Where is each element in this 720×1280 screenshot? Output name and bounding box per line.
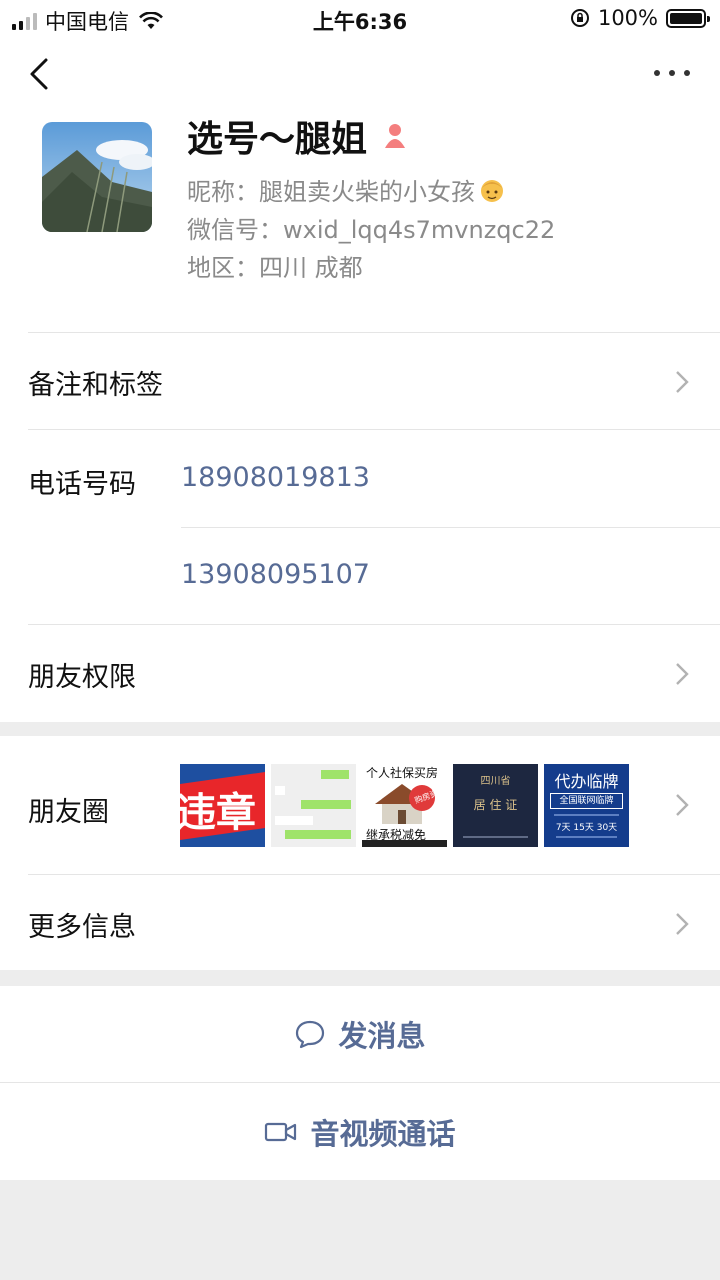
friend-permission-row[interactable]: 朋友权限	[28, 625, 720, 722]
permit-province: 四川省	[480, 776, 511, 787]
region-value: 四川 成都	[259, 254, 363, 282]
phone-number-1[interactable]: 18908019813	[181, 462, 370, 493]
region-label: 地区：	[187, 254, 259, 282]
moments-thumbnails[interactable]: 违章 个人社保买房 购房资格 继承税减免 四川省 居 住 证 代办临牌 全国联网…	[180, 764, 629, 847]
back-arrow-icon[interactable]	[26, 56, 56, 92]
moment-thumb-residence-permit[interactable]: 四川省 居 住 证	[453, 764, 538, 847]
remark-tags-row[interactable]: 备注和标签	[28, 333, 720, 430]
female-gender-icon	[385, 124, 406, 148]
display-name: 选号～腿姐	[187, 119, 368, 160]
avatar[interactable]	[42, 122, 152, 232]
nickname-value: 腿姐卖火柴的小女孩	[259, 178, 475, 206]
profile-section: 选号～腿姐 昵称：腿姐卖火柴的小女孩 微信号：wxid_lqq4s7mvnzqc…	[0, 38, 720, 722]
moments-section: 朋友圈 违章 个人社保买房 购房资格 继承税减免 四川省 居 住 证 代办临牌 …	[0, 736, 720, 970]
more-info-label: 更多信息	[28, 912, 136, 943]
temp-plate-sub: 全国联网临牌	[550, 793, 623, 809]
phone-label: 电话号码	[28, 469, 136, 500]
phone-number-2[interactable]: 13908095107	[181, 559, 370, 590]
remark-tags-label: 备注和标签	[28, 370, 163, 401]
nickname-label: 昵称：	[187, 178, 259, 206]
wechat-id-label: 微信号：	[187, 216, 283, 244]
moment-thumb-chat[interactable]	[271, 764, 356, 847]
rotation-lock-icon	[570, 9, 589, 27]
divider	[181, 527, 720, 528]
chevron-right-icon	[676, 371, 689, 393]
wechat-id-value: wxid_lqq4s7mvnzqc22	[283, 216, 556, 244]
send-message-label: 发消息	[338, 1019, 426, 1053]
send-message-button[interactable]: 发消息	[0, 986, 720, 1082]
battery-percent: 100%	[597, 6, 658, 30]
house-top-text: 个人社保买房	[366, 766, 439, 780]
divider	[28, 429, 720, 430]
moments-label: 朋友圈	[28, 797, 109, 828]
chevron-right-icon	[676, 794, 689, 816]
video-camera-icon	[265, 1122, 297, 1141]
more-info-row[interactable]: 更多信息	[28, 875, 720, 970]
girl-emoji-icon	[481, 180, 503, 202]
permit-title: 居 住 证	[473, 798, 518, 812]
battery-icon	[666, 8, 710, 28]
wechat-id-line: 微信号：wxid_lqq4s7mvnzqc22	[187, 210, 555, 245]
violation-text: 违章	[180, 790, 256, 836]
moment-thumb-house[interactable]: 个人社保买房 购房资格 继承税减免	[362, 764, 447, 847]
temp-plate-days: 7天 15天 30天	[555, 823, 618, 833]
moment-thumb-violation[interactable]: 违章	[180, 764, 265, 847]
chat-bubble-icon	[296, 1020, 325, 1049]
moment-thumb-temp-plate[interactable]: 代办临牌 全国联网临牌 7天 15天 30天	[544, 764, 629, 847]
av-call-button[interactable]: 音视频通话	[0, 1083, 720, 1180]
profile-name: 选号～腿姐	[187, 110, 409, 162]
action-section: 发消息 音视频通话	[0, 986, 720, 1180]
chevron-right-icon	[676, 663, 689, 685]
nickname-line: 昵称：腿姐卖火柴的小女孩	[187, 172, 507, 207]
temp-plate-title: 代办临牌	[554, 772, 619, 791]
status-bar: 中国电信 上午6:36 100%	[0, 0, 720, 38]
more-options-icon[interactable]	[654, 66, 690, 80]
chevron-right-icon	[676, 913, 689, 935]
region-line: 地区：四川 成都	[187, 248, 363, 283]
friend-permission-label: 朋友权限	[28, 662, 136, 693]
av-call-label: 音视频通话	[310, 1116, 456, 1151]
